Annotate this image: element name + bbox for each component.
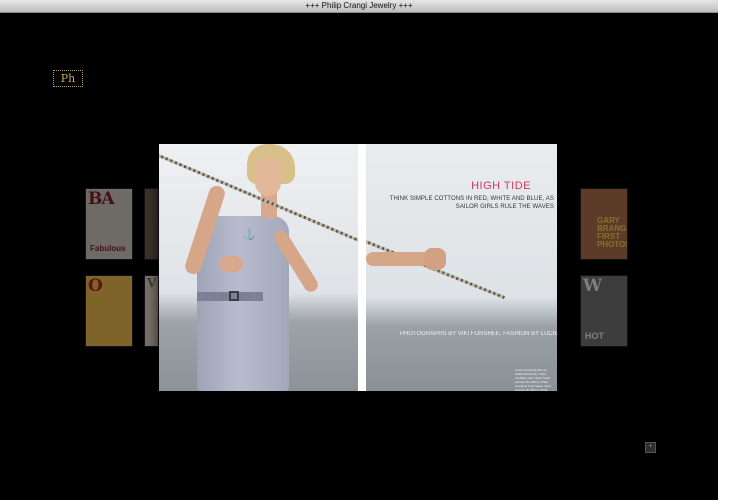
gallery-nav-button[interactable]: +	[645, 442, 656, 453]
magazine-thumbnail[interactable]: W HOT	[580, 275, 628, 347]
model-hand	[219, 256, 243, 272]
thumbnail-cover-line: HOT	[585, 331, 604, 341]
magazine-thumbnail[interactable]: V	[144, 275, 159, 347]
model-arm	[366, 252, 430, 266]
magazine-spread-viewer[interactable]: ⚓ HIGH TIDE THINK SIMPLE COTTONS IN RED,…	[159, 144, 557, 391]
gallery-stage: Ph BA Fabulous O V GARY BRANGE FIRST PHO…	[0, 13, 718, 500]
article-subhead: THINK SIMPLE COTTONS IN RED, WHITE AND B…	[389, 196, 554, 210]
magazine-thumbnail[interactable]: GARY BRANGE FIRST PHOTOS	[580, 188, 628, 260]
article-headline: HIGH TIDE	[471, 180, 531, 192]
thumbnail-cover-line: GARY BRANGE FIRST PHOTOS	[597, 216, 628, 249]
window-title: +++ Philip Crangi Jewelry +++	[305, 1, 413, 10]
belt-buckle	[229, 291, 239, 301]
thumbnail-masthead: O	[88, 276, 103, 296]
magazine-thumbnail[interactable]	[144, 188, 159, 260]
spread-gutter	[358, 144, 366, 391]
thumbnail-masthead: BA	[88, 189, 115, 209]
magazine-thumbnail[interactable]: BA Fabulous	[85, 188, 133, 260]
thumbnail-cover-line: Fabulous	[90, 244, 126, 253]
window-title-bar: +++ Philip Crangi Jewelry +++	[0, 0, 718, 13]
spread-right-page: HIGH TIDE THINK SIMPLE COTTONS IN RED, W…	[366, 144, 557, 391]
product-caption: Cotton dress $1,015, by Stella McCartney…	[515, 368, 551, 391]
thumbnail-masthead: W	[583, 276, 602, 296]
brand-logo[interactable]: Ph	[53, 70, 83, 87]
spread-left-page: ⚓	[159, 144, 358, 391]
thumbnail-masthead: V	[147, 276, 156, 290]
model-hand	[424, 248, 446, 270]
model-face	[255, 158, 281, 196]
anchor-pendant-icon: ⚓	[243, 230, 256, 241]
photo-credit: PHOTOGRAPHS BY VIKI FORSHEE. FASHION BY …	[400, 331, 557, 337]
magazine-thumbnail[interactable]: O	[85, 275, 133, 347]
